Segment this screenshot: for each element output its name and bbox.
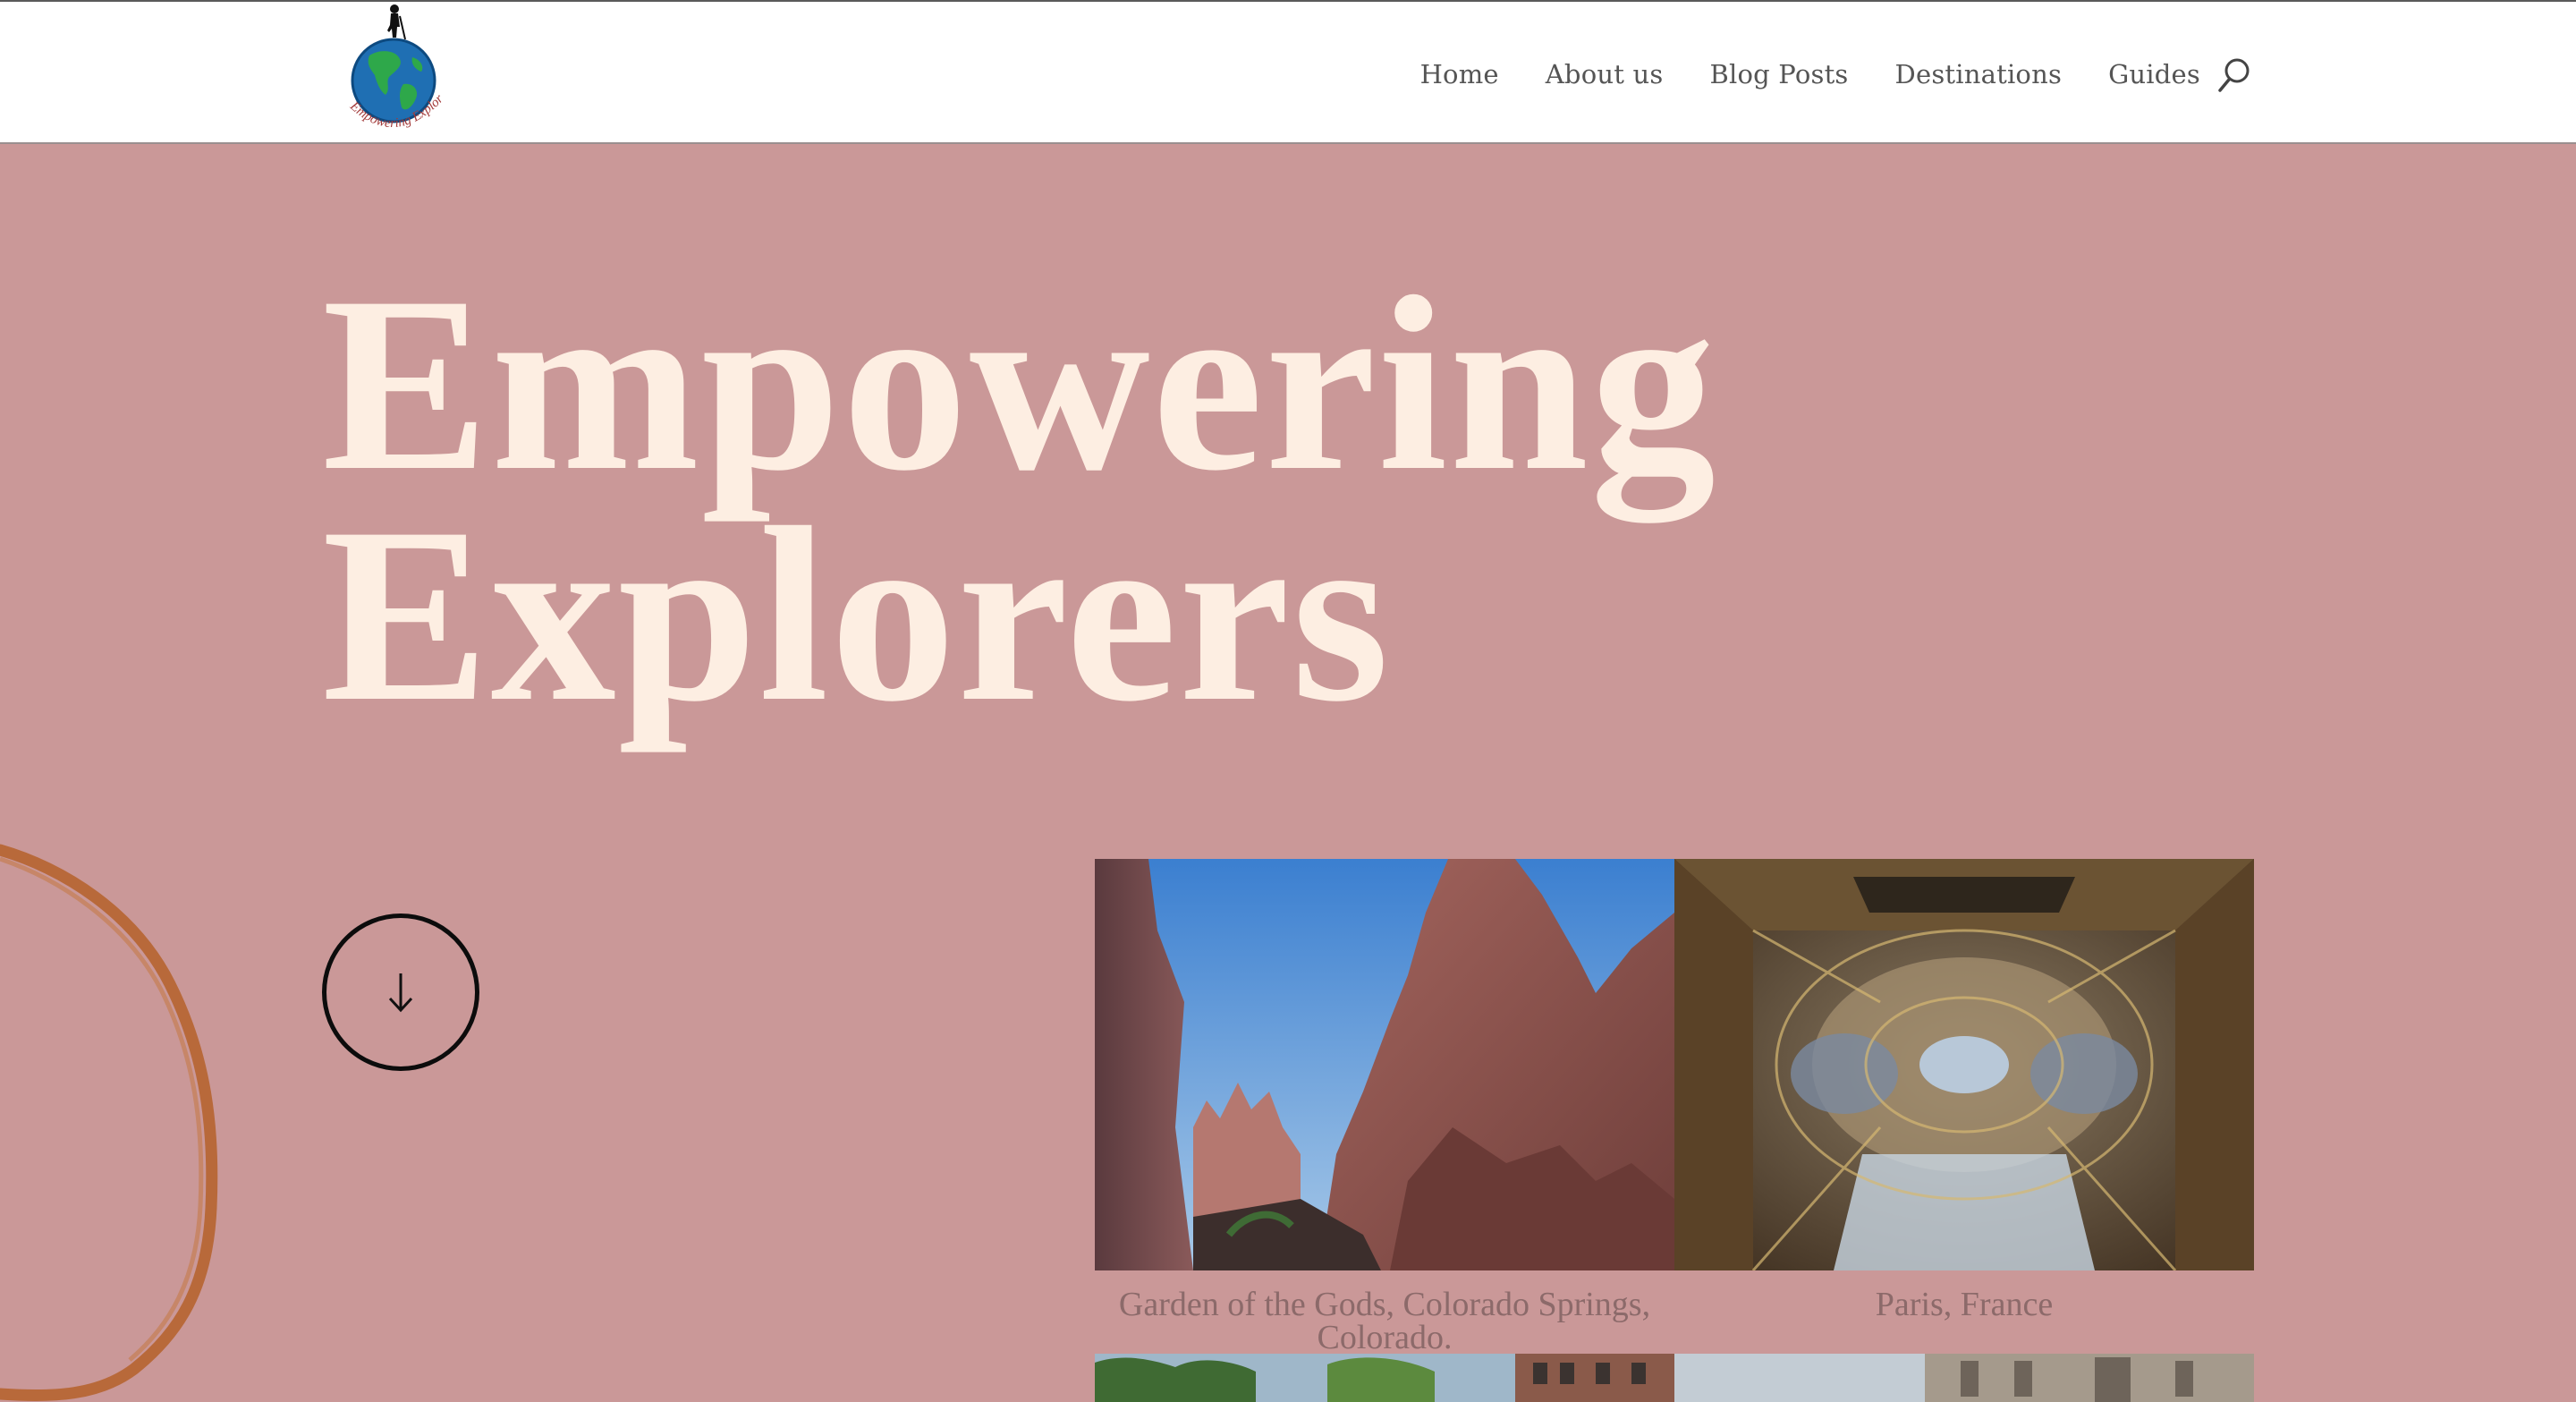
gallery-photo-4[interactable] (1674, 1354, 2254, 1402)
gallery-caption-2: Paris, France (1875, 1286, 2054, 1323)
scroll-down-button[interactable] (322, 913, 479, 1071)
hiker-icon (387, 4, 406, 40)
nav-home[interactable]: Home (1420, 59, 1499, 89)
nav-about-us[interactable]: About us (1546, 59, 1664, 89)
gallery-photo-paris[interactable] (1674, 859, 2254, 1270)
main-nav: Home About us Blog Posts Destinations Gu… (1420, 2, 2200, 146)
nav-guides[interactable]: Guides (2108, 59, 2200, 89)
site-header: Empowering Explorers Home About us Blog … (0, 0, 2576, 144)
gallery-photo-garden-of-the-gods[interactable] (1095, 859, 1674, 1270)
gallery-photo-3[interactable] (1095, 1354, 1674, 1402)
gallery-caption-1: Garden of the Gods, Colorado Springs, Co… (1118, 1286, 1651, 1356)
nav-blog-posts[interactable]: Blog Posts (1709, 59, 1848, 89)
site-logo[interactable]: Empowering Explorers (324, 0, 461, 143)
hero-title: Empowering Explorers (322, 244, 1843, 753)
search-icon[interactable] (2216, 55, 2252, 95)
decorative-swoosh (0, 844, 218, 1402)
arrow-down-icon (388, 973, 413, 1013)
hero-title-line-1: Empowering (322, 244, 1717, 523)
nav-destinations[interactable]: Destinations (1895, 59, 2063, 89)
hero-title-line-2: Explorers (322, 475, 1392, 753)
